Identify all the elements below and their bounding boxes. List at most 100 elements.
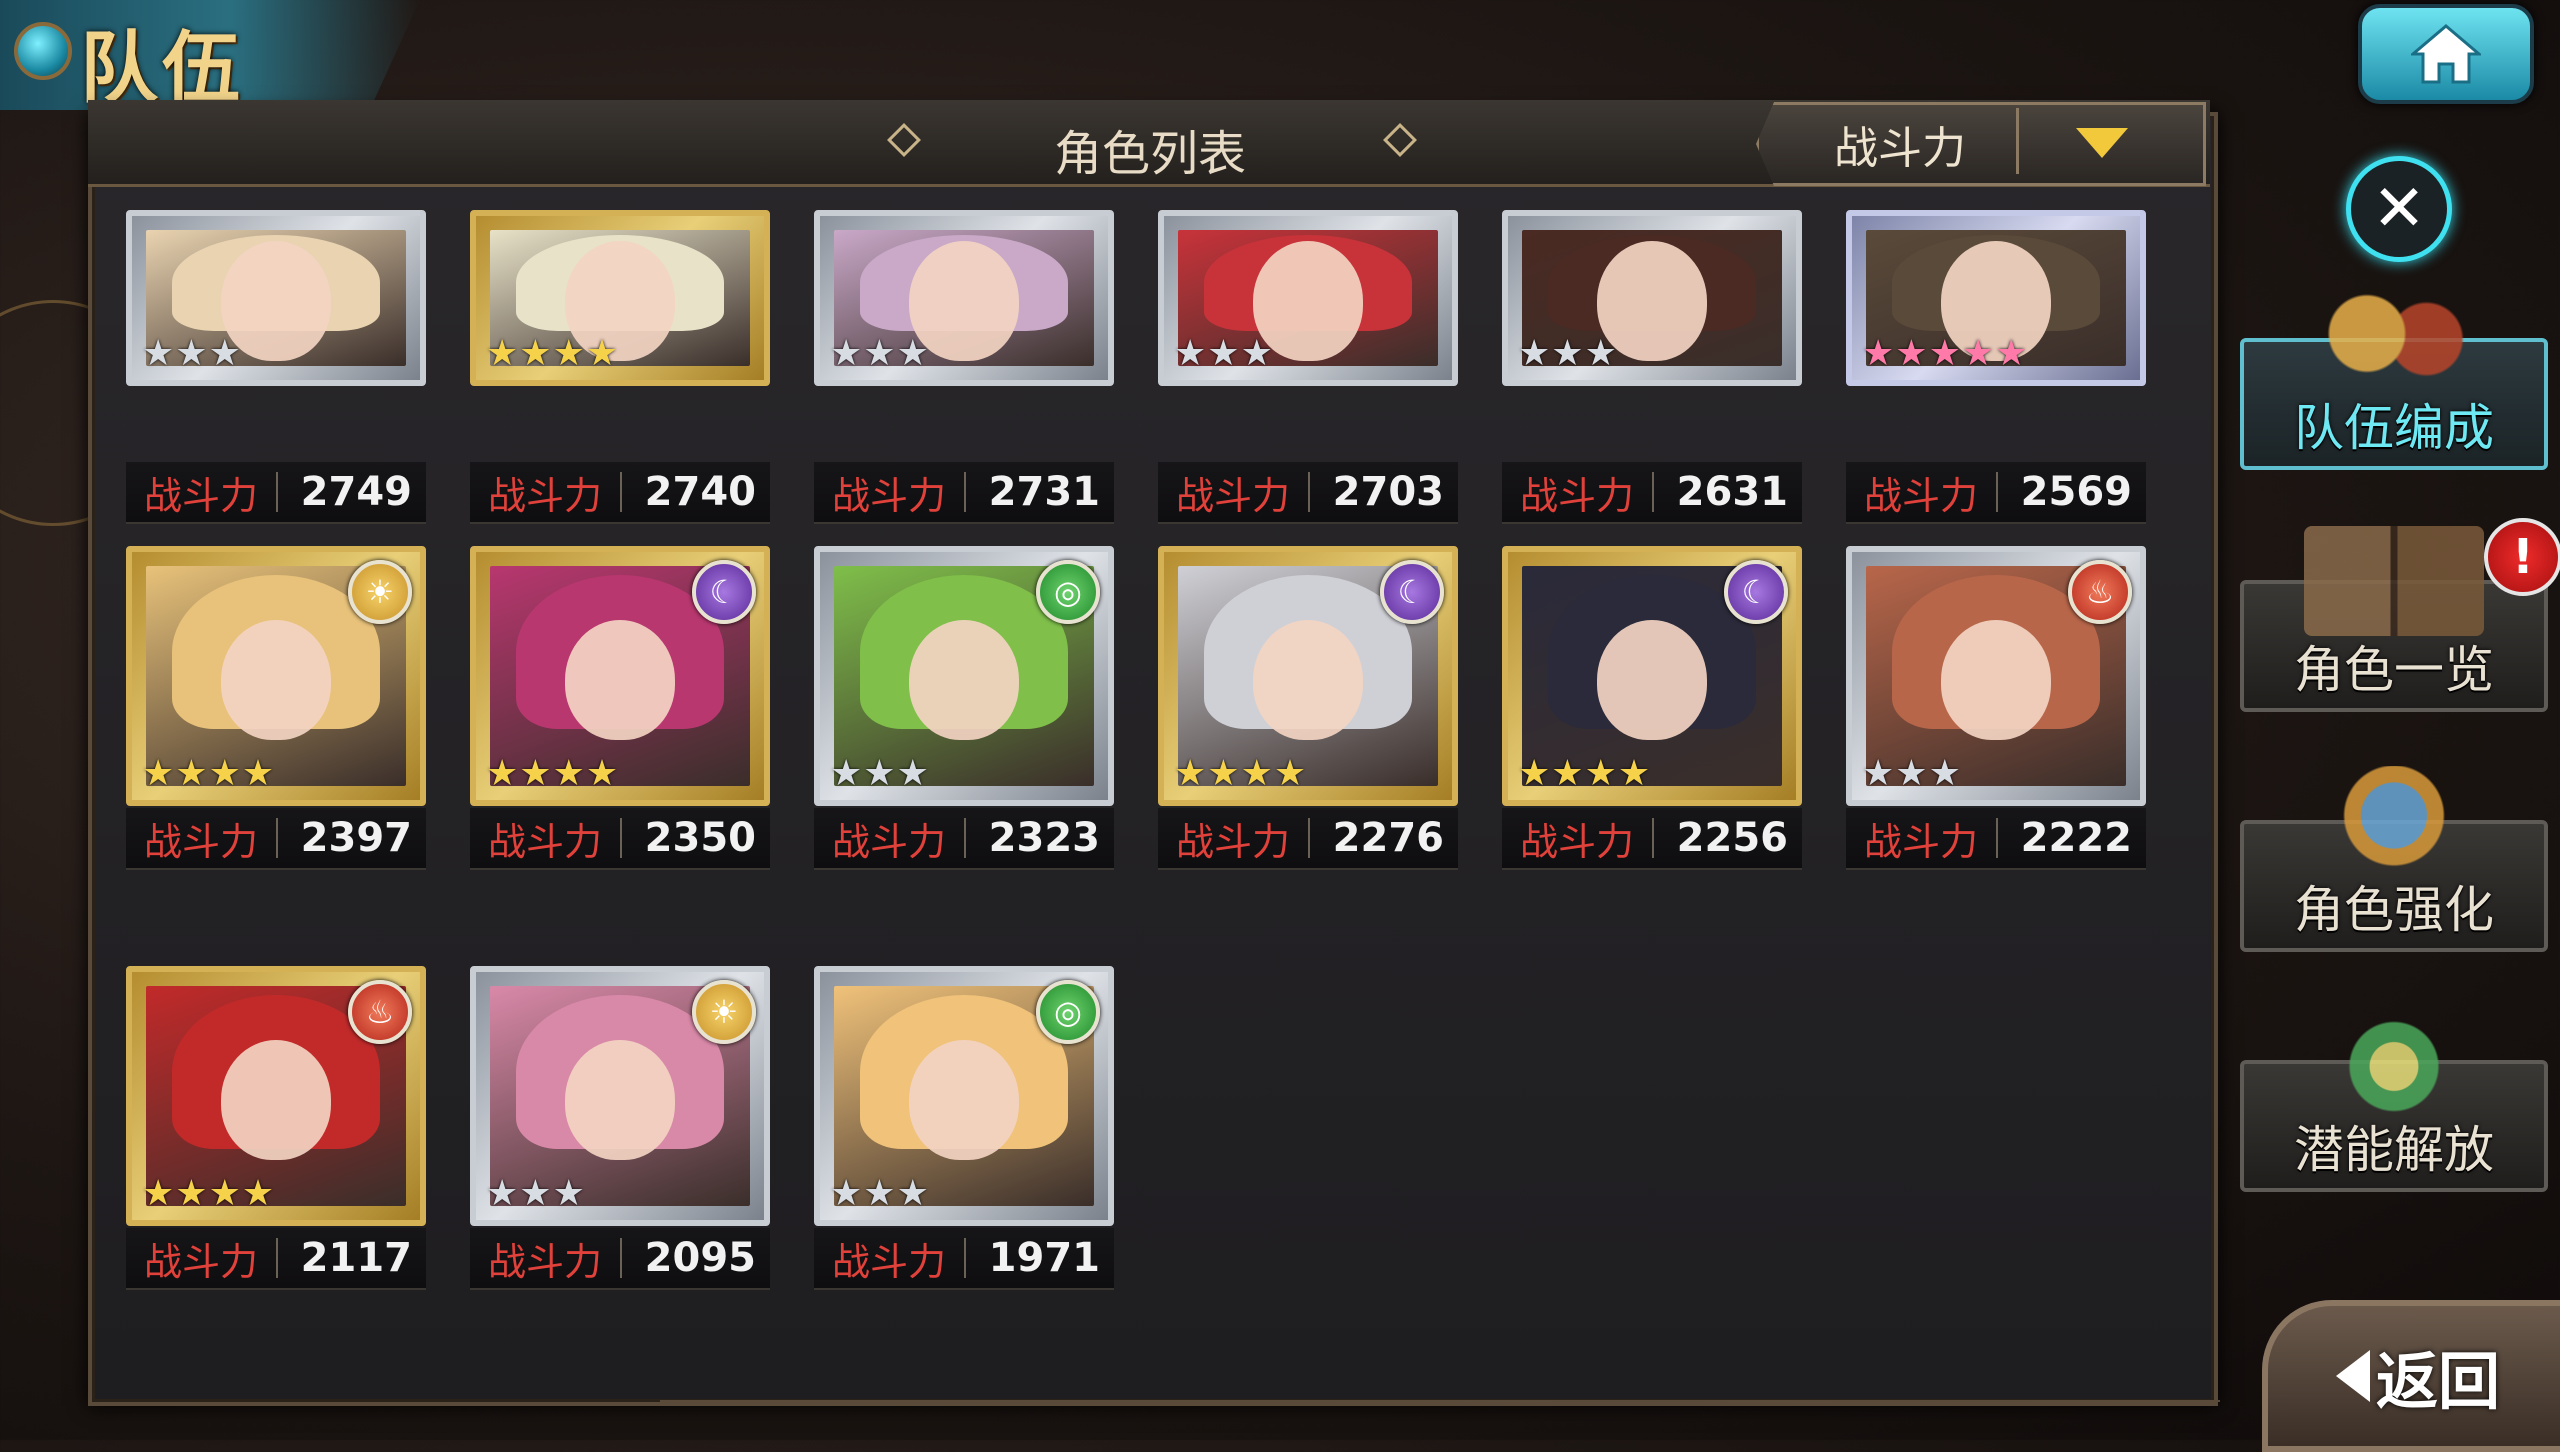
character-portrait[interactable]: ★ ★ ★ ★ ☾: [470, 546, 770, 806]
sun-element-icon: ☀: [692, 980, 756, 1044]
character-card[interactable]: ★ ★ ★ 战斗力 2749: [126, 158, 426, 524]
character-enhance-button[interactable]: 角色强化: [2240, 766, 2548, 952]
star-icon: ★: [1240, 753, 1273, 794]
potential-unlock-button[interactable]: 潜能解放: [2240, 1006, 2548, 1192]
star-icon: ★: [142, 333, 175, 374]
star-icon: ★: [1518, 333, 1551, 374]
character-face: [565, 620, 675, 741]
star-icon: ★: [863, 1173, 896, 1214]
star-icon: ★: [896, 753, 929, 794]
rarity-stars: ★ ★ ★: [1862, 756, 1961, 792]
character-card[interactable]: ★ ★ ★ ◎ 战斗力 1971: [814, 966, 1114, 1290]
fire-element-icon: ♨: [2068, 560, 2132, 624]
star-icon: ★: [1551, 753, 1584, 794]
dropdown-arrow-icon[interactable]: [2076, 128, 2128, 158]
star-icon: ★: [1928, 753, 1961, 794]
power-label: 战斗力: [1519, 473, 1634, 518]
character-list-label: 角色一览: [2294, 641, 2494, 699]
star-icon: ★: [1551, 333, 1584, 374]
home-button[interactable]: [2358, 4, 2534, 104]
power-value: 2222: [2020, 815, 2132, 861]
character-card[interactable]: ★ ★ ★ ☀ 战斗力 2095: [470, 966, 770, 1290]
rarity-stars: ★ ★ ★ ★: [142, 756, 274, 792]
star-icon: ★: [142, 1173, 175, 1214]
star-icon: ★: [142, 753, 175, 794]
character-list-button[interactable]: 角色一览: [2240, 526, 2548, 712]
rarity-stars: ★ ★ ★: [142, 336, 241, 372]
back-label: 返回: [2375, 1345, 2500, 1418]
power-label: 战斗力: [143, 473, 258, 518]
power-value: 2350: [644, 815, 756, 861]
star-icon: ★: [1273, 753, 1307, 794]
character-card[interactable]: ★ ★ ★ ★ ☾ 战斗力 2350: [470, 546, 770, 870]
character-card[interactable]: ★ ★ ★ 战斗力 2731: [814, 158, 1114, 524]
character-portrait[interactable]: ★ ★ ★ ☀: [470, 966, 770, 1226]
character-portrait[interactable]: ★ ★ ★ ♨: [1846, 546, 2146, 806]
character-portrait[interactable]: ★ ★ ★ ◎: [814, 966, 1114, 1226]
power-label: 战斗力: [831, 819, 946, 864]
star-icon: ★: [1240, 333, 1273, 374]
character-portrait[interactable]: ★ ★ ★ ★ ♨: [126, 966, 426, 1226]
power-bar: 战斗力 2095: [470, 1228, 770, 1290]
star-icon: ★: [585, 753, 619, 794]
star-icon: ★: [486, 1173, 519, 1214]
character-card[interactable]: ★ ★ ★ ★ ★ 战斗力 2569: [1846, 158, 2146, 524]
character-card[interactable]: ★ ★ ★ ★ ☾ 战斗力 2256: [1502, 546, 1802, 870]
star-icon: ★: [175, 333, 208, 374]
power-label: 战斗力: [1519, 819, 1634, 864]
power-bar: 战斗力 1971: [814, 1228, 1114, 1290]
team-edit-button[interactable]: 队伍编成: [2240, 284, 2548, 470]
power-label: 战斗力: [831, 1239, 946, 1284]
power-label: 战斗力: [143, 819, 258, 864]
power-bar: 战斗力 2323: [814, 808, 1114, 870]
character-portrait[interactable]: ★ ★ ★ ★ ☾: [1502, 546, 1802, 806]
back-button[interactable]: 返回: [2262, 1300, 2560, 1452]
character-card[interactable]: ★ ★ ★ 战斗力 2631: [1502, 158, 1802, 524]
character-card[interactable]: ★ ★ ★ ♨ 战斗力 2222: [1846, 546, 2146, 870]
character-portrait[interactable]: ★ ★ ★ ★ ☀: [126, 546, 426, 806]
character-card[interactable]: ★ ★ ★ ★ 战斗力 2740: [470, 158, 770, 524]
character-portrait[interactable]: ★ ★ ★: [814, 210, 1114, 386]
character-portrait[interactable]: ★ ★ ★ ★ ☾: [1158, 546, 1458, 806]
character-card[interactable]: ★ ★ ★ ★ ♨ 战斗力 2117: [126, 966, 426, 1290]
power-bar: 战斗力 2749: [126, 462, 426, 524]
power-bar: 战斗力 2256: [1502, 808, 1802, 870]
power-bar: 战斗力 2631: [1502, 462, 1802, 524]
character-portrait[interactable]: ★ ★ ★: [1158, 210, 1458, 386]
character-card[interactable]: ★ ★ ★ ★ ☾ 战斗力 2276: [1158, 546, 1458, 870]
character-card[interactable]: ★ ★ ★ ◎ 战斗力 2323: [814, 546, 1114, 870]
power-value: 2740: [644, 469, 756, 515]
star-icon: ★: [241, 753, 275, 794]
screen-title-bar: 队伍: [0, 0, 420, 110]
bottom-frame-strip: [660, 1400, 2220, 1428]
power-bar: 战斗力 2397: [126, 808, 426, 870]
star-icon: ★: [1895, 753, 1928, 794]
star-icon: ★: [1584, 333, 1617, 374]
power-value: 2095: [644, 1235, 756, 1281]
alert-badge: !: [2484, 518, 2560, 596]
character-portrait[interactable]: ★ ★ ★: [126, 210, 426, 386]
power-value: 2731: [988, 469, 1100, 515]
character-card[interactable]: ★ ★ ★ 战斗力 2703: [1158, 158, 1458, 524]
character-portrait[interactable]: ★ ★ ★: [1502, 210, 1802, 386]
character-portrait[interactable]: ★ ★ ★ ◎: [814, 546, 1114, 806]
rarity-stars: ★ ★ ★ ★: [1174, 756, 1306, 792]
character-card[interactable]: ★ ★ ★ ★ ☀ 战斗力 2397: [126, 546, 426, 870]
close-button[interactable]: ✕: [2346, 156, 2452, 262]
star-icon: ★: [896, 333, 929, 374]
character-portrait[interactable]: ★ ★ ★ ★: [470, 210, 770, 386]
moon-element-icon: ☾: [692, 560, 756, 624]
fire-element-icon: ♨: [348, 980, 412, 1044]
power-value: 2117: [300, 1235, 412, 1281]
power-label: 战斗力: [487, 473, 602, 518]
power-label: 战斗力: [143, 1239, 258, 1284]
power-value: 2631: [1676, 469, 1788, 515]
team-edit-art-icon: [2304, 284, 2484, 394]
star-icon: ★: [830, 333, 863, 374]
rarity-stars: ★ ★ ★ ★: [486, 336, 618, 372]
power-value: 2323: [988, 815, 1100, 861]
star-icon: ★: [863, 753, 896, 794]
star-icon: ★: [208, 333, 241, 374]
power-bar: 战斗力 2276: [1158, 808, 1458, 870]
character-portrait[interactable]: ★ ★ ★ ★ ★: [1846, 210, 2146, 386]
